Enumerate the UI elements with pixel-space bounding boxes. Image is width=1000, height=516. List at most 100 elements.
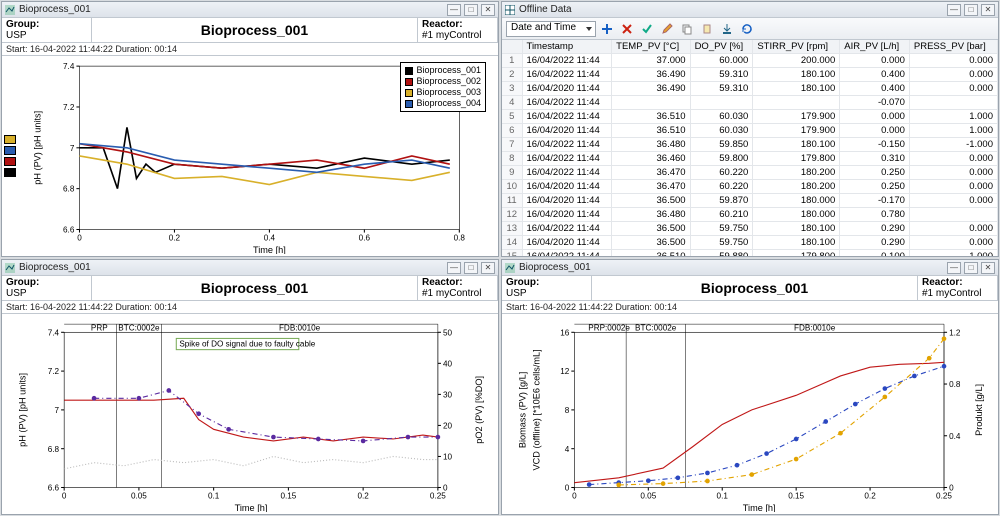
- close-button[interactable]: ✕: [981, 4, 995, 16]
- svg-text:20: 20: [443, 421, 453, 430]
- process-title: Bioprocess_001: [92, 276, 418, 300]
- minimize-button[interactable]: ―: [447, 262, 461, 274]
- svg-text:0.2: 0.2: [864, 492, 876, 501]
- svg-text:0.25: 0.25: [936, 492, 952, 501]
- process-title: Bioprocess_001: [592, 276, 918, 300]
- svg-text:0.6: 0.6: [359, 234, 371, 243]
- maximize-button[interactable]: □: [464, 262, 478, 274]
- add-icon[interactable]: [598, 20, 616, 38]
- svg-text:0.2: 0.2: [169, 234, 181, 243]
- delete-icon[interactable]: [618, 20, 636, 38]
- svg-text:6.8: 6.8: [63, 185, 75, 194]
- process-header: Group: USP Bioprocess_001 Reactor: #1 my…: [2, 18, 498, 43]
- svg-text:8: 8: [565, 406, 570, 415]
- svg-text:30: 30: [443, 390, 453, 399]
- svg-text:0.4: 0.4: [949, 432, 961, 441]
- svg-text:0.05: 0.05: [131, 492, 147, 501]
- svg-text:12: 12: [560, 367, 570, 376]
- svg-text:Spike of DO signal due to faul: Spike of DO signal due to faulty cable: [179, 340, 315, 349]
- group-value: USP: [6, 30, 87, 41]
- process-title: Bioprocess_001: [92, 18, 418, 42]
- panel-titlebar[interactable]: Offline Data ― □ ✕: [502, 2, 998, 18]
- panel-titlebar[interactable]: Bioprocess_001 ― □ ✕: [2, 2, 498, 18]
- paste-icon[interactable]: [698, 20, 716, 38]
- copy-icon[interactable]: [678, 20, 696, 38]
- minimize-button[interactable]: ―: [947, 4, 961, 16]
- svg-text:0.8: 0.8: [454, 234, 466, 243]
- panel-title-text: Offline Data: [519, 4, 947, 15]
- offline-table[interactable]: TimestampTEMP_PV [°C]DO_PV [%]STIRR_PV […: [502, 40, 998, 256]
- svg-text:Time [h]: Time [h]: [235, 503, 268, 512]
- svg-text:Time [h]: Time [h]: [253, 245, 286, 254]
- svg-text:6.6: 6.6: [48, 484, 60, 493]
- svg-text:0: 0: [443, 484, 448, 493]
- chart-legend: Bioprocess_001Bioprocess_002Bioprocess_0…: [400, 62, 486, 112]
- svg-text:4: 4: [565, 445, 570, 454]
- import-icon[interactable]: [718, 20, 736, 38]
- svg-text:FDB:0010e: FDB:0010e: [794, 323, 836, 332]
- chart-tl[interactable]: 00.20.40.60.86.66.877.27.4Time [h]pH (PV…: [2, 56, 498, 256]
- svg-text:6.8: 6.8: [48, 445, 60, 454]
- chart-icon: [5, 5, 15, 15]
- panel-process-tl: Bioprocess_001 ― □ ✕ Group: USP Bioproce…: [1, 1, 499, 257]
- svg-text:7.2: 7.2: [48, 367, 60, 376]
- chart-br[interactable]: 00.050.10.150.20.250481216Time [h]Biomas…: [502, 314, 998, 514]
- refresh-icon[interactable]: [738, 20, 756, 38]
- svg-text:BTC:0002e: BTC:0002e: [118, 323, 160, 332]
- panel-process-bl: Bioprocess_001 ― □ ✕ Group:USP Bioproces…: [1, 259, 499, 515]
- svg-text:0.8: 0.8: [949, 380, 961, 389]
- panel-titlebar[interactable]: Bioprocess_001 ― □ ✕: [502, 260, 998, 276]
- reactor-label: Reactor:: [922, 277, 993, 288]
- svg-text:0.15: 0.15: [788, 492, 804, 501]
- minimize-button[interactable]: ―: [947, 262, 961, 274]
- svg-text:Time [h]: Time [h]: [743, 503, 776, 512]
- svg-text:40: 40: [443, 359, 453, 368]
- svg-text:0: 0: [949, 484, 954, 493]
- close-button[interactable]: ✕: [481, 4, 495, 16]
- edit-icon[interactable]: [658, 20, 676, 38]
- accept-icon[interactable]: [638, 20, 656, 38]
- series-swatches: [4, 135, 16, 177]
- svg-text:7: 7: [55, 406, 60, 415]
- offline-table-wrap[interactable]: TimestampTEMP_PV [°C]DO_PV [%]STIRR_PV […: [502, 40, 998, 256]
- svg-text:7: 7: [70, 144, 75, 153]
- svg-text:0: 0: [572, 492, 577, 501]
- svg-text:0: 0: [77, 234, 82, 243]
- close-button[interactable]: ✕: [481, 262, 495, 274]
- svg-text:6.6: 6.6: [63, 226, 75, 235]
- reactor-value: #1 myControl: [922, 288, 993, 299]
- group-value: USP: [6, 288, 87, 299]
- svg-text:PRP: PRP: [91, 323, 108, 332]
- svg-text:7.2: 7.2: [63, 103, 75, 112]
- svg-text:16: 16: [560, 328, 570, 337]
- svg-text:pO2 (PV) [%DO]: pO2 (PV) [%DO]: [474, 376, 484, 444]
- panel-title-text: Bioprocess_001: [19, 4, 447, 15]
- panel-process-br: Bioprocess_001 ― □ ✕ Group:USP Bioproces…: [501, 259, 999, 515]
- svg-text:0.4: 0.4: [264, 234, 276, 243]
- panel-titlebar[interactable]: Bioprocess_001 ― □ ✕: [2, 260, 498, 276]
- reactor-label: Reactor:: [422, 277, 493, 288]
- process-subheader: Start: 16-04-2022 11:44:22 Duration: 00:…: [502, 301, 998, 314]
- svg-text:0: 0: [62, 492, 67, 501]
- svg-text:0.1: 0.1: [208, 492, 220, 501]
- group-label: Group:: [506, 277, 587, 288]
- reactor-label: Reactor:: [422, 19, 493, 30]
- svg-text:0.05: 0.05: [640, 492, 656, 501]
- maximize-button[interactable]: □: [964, 4, 978, 16]
- group-value: USP: [506, 288, 587, 299]
- reactor-value: #1 myControl: [422, 288, 493, 299]
- maximize-button[interactable]: □: [964, 262, 978, 274]
- process-subheader: Start: 16-04-2022 11:44:22 Duration: 00:…: [2, 43, 498, 56]
- svg-text:10: 10: [443, 453, 453, 462]
- chart-bl[interactable]: 00.050.10.150.20.256.66.877.27.4Time [h]…: [2, 314, 498, 514]
- svg-text:Produkt [g/L]: Produkt [g/L]: [974, 384, 984, 436]
- panel-title-text: Bioprocess_001: [519, 262, 947, 273]
- close-button[interactable]: ✕: [981, 262, 995, 274]
- time-mode-select[interactable]: Date and Time: [506, 21, 596, 37]
- maximize-button[interactable]: □: [464, 4, 478, 16]
- minimize-button[interactable]: ―: [447, 4, 461, 16]
- svg-text:0.25: 0.25: [430, 492, 446, 501]
- svg-text:VCD (offline) [*10E6 cells/mL]: VCD (offline) [*10E6 cells/mL]: [532, 349, 542, 470]
- svg-text:0.15: 0.15: [280, 492, 296, 501]
- svg-text:0.1: 0.1: [717, 492, 729, 501]
